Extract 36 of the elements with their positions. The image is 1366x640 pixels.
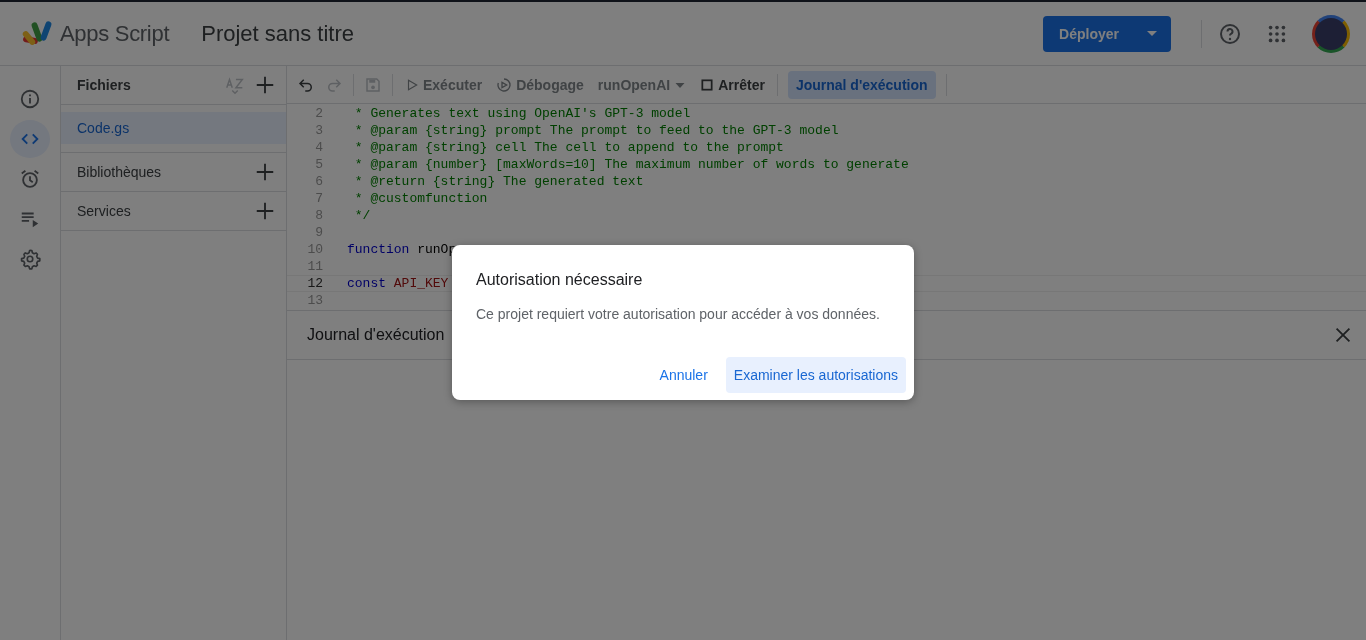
panel-title: Journal d'exécution xyxy=(307,326,446,344)
app-name: Apps Script xyxy=(60,20,170,47)
alarm-clock-icon xyxy=(19,168,41,190)
code-line: * @param {number} [maxWords=10] The maximum number of words to generate xyxy=(353,157,909,172)
section-title[interactable]: Services xyxy=(77,203,246,219)
deploy-button[interactable]: Déployer xyxy=(1043,15,1171,52)
cancel-button[interactable]: Annuler xyxy=(651,357,716,393)
stop-button[interactable]: Arrêter xyxy=(698,72,767,97)
debug-icon xyxy=(496,76,513,93)
code-line: * @return {string} The generated text xyxy=(353,174,644,189)
stop-icon xyxy=(700,77,715,92)
code-line: * Generates text using OpenAI's GPT-3 model xyxy=(353,106,691,121)
line-number: 12 xyxy=(306,276,323,291)
plus-icon[interactable] xyxy=(254,74,276,96)
avatar[interactable] xyxy=(1312,14,1350,53)
code-button[interactable] xyxy=(10,120,50,158)
panel-title: Fichiers xyxy=(77,77,132,93)
section-title[interactable]: Bibliothèques xyxy=(77,164,246,180)
settings-icon xyxy=(19,248,41,270)
plus-icon[interactable] xyxy=(254,200,276,222)
code-line: * @customfunction xyxy=(353,191,488,206)
project-title[interactable]: Projet sans titre xyxy=(201,20,355,47)
code-line: */ xyxy=(353,208,371,223)
code-line: * @param {string} cell The cell to append to the prompt xyxy=(353,140,784,155)
file-item[interactable]: Code.gs xyxy=(61,112,286,144)
play-icon xyxy=(405,77,419,92)
plus-icon[interactable] xyxy=(254,161,276,183)
code-line: const API_KEY xyxy=(347,276,449,291)
dialog-message: Ce projet requiert votre autorisation pour accéder à vos données. xyxy=(476,306,881,322)
execution-log-button[interactable]: Journal d'exécution xyxy=(787,70,936,99)
logo-icon xyxy=(22,19,54,48)
dialog-title: Autorisation nécessaire xyxy=(476,271,644,289)
review-permissions-button[interactable]: Examiner les autorisations xyxy=(725,357,906,393)
help-icon[interactable] xyxy=(1218,21,1242,46)
info-icon xyxy=(19,88,41,110)
code-line: * @param {string} prompt The prompt to feed to the GPT-3 model xyxy=(353,123,839,138)
